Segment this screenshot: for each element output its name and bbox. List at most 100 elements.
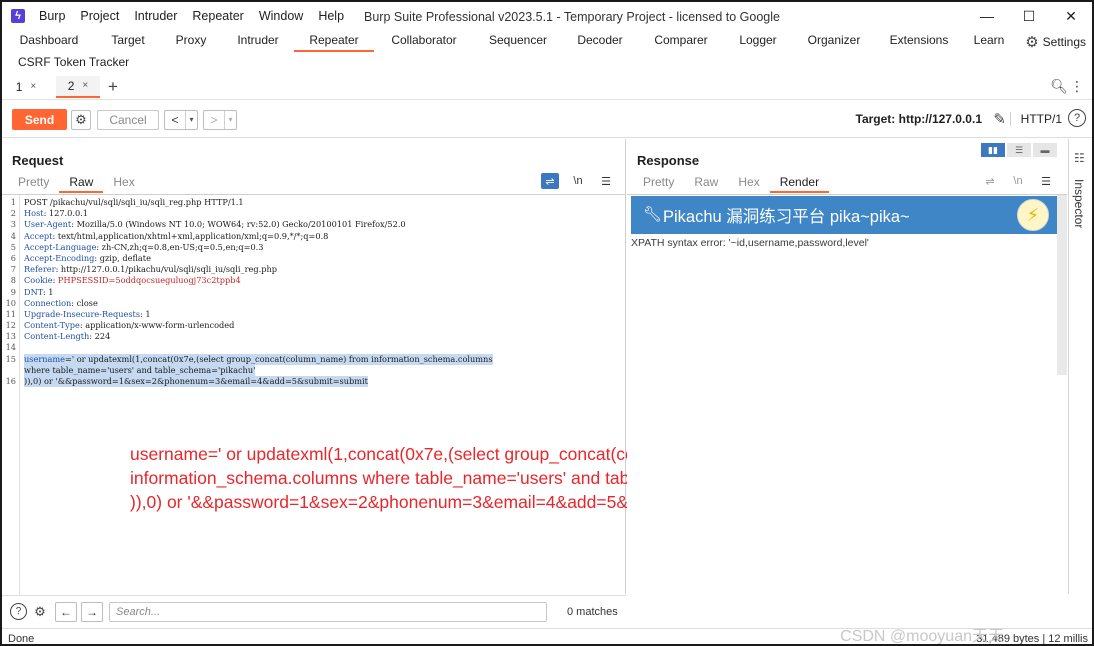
- tab-intruder[interactable]: Intruder: [222, 30, 294, 52]
- inspector-rail[interactable]: ☷ Inspector: [1068, 139, 1092, 594]
- editor-menu-icon[interactable]: ☰: [1037, 173, 1055, 189]
- tab-sequencer[interactable]: Sequencer: [474, 30, 562, 52]
- tab-collaborator[interactable]: Collaborator: [374, 30, 474, 52]
- menu-burp[interactable]: Burp: [39, 9, 65, 23]
- send-button[interactable]: Send: [12, 109, 67, 130]
- code-line[interactable]: 8 Cookie: PHPSESSID=5oddqocsueguluogj73c2…: [2, 275, 622, 286]
- request-tab-pretty[interactable]: Pretty: [8, 173, 59, 193]
- cancel-button[interactable]: Cancel: [97, 109, 159, 130]
- settings-button[interactable]: ⚙ Settings: [1025, 33, 1086, 51]
- response-tab-raw[interactable]: Raw: [684, 173, 728, 193]
- close-window-button[interactable]: ✕: [1050, 2, 1092, 30]
- editor-menu-icon[interactable]: ☰: [597, 173, 615, 189]
- more-options-icon[interactable]: ⋮: [1070, 78, 1084, 95]
- header-value: Mozilla/5.0 (Windows NT 10.0; WOW64; rv:…: [73, 219, 406, 230]
- request-tools: ⇌ \n ☰: [531, 173, 615, 189]
- add-tab-button[interactable]: +: [108, 77, 118, 97]
- menu-project[interactable]: Project: [80, 9, 119, 23]
- code-line[interactable]: 9 DNT: 1: [2, 287, 622, 298]
- code-line[interactable]: 1 POST /pikachu/vul/sqli/sqli_iu/sqli_reg…: [2, 197, 622, 208]
- code-line[interactable]: 5 Accept-Language: zh-CN,zh;q=0.8,en-US;q…: [2, 242, 622, 253]
- search-icon[interactable]: 🔍︎: [1050, 78, 1068, 95]
- response-tab-hex[interactable]: Hex: [728, 173, 769, 193]
- line-number: 1: [10, 197, 16, 207]
- tab-decoder[interactable]: Decoder: [562, 30, 638, 52]
- window-title: Burp Suite Professional v2023.5.1 - Temp…: [364, 10, 780, 24]
- help-icon[interactable]: ?: [1068, 109, 1086, 127]
- search-bar: ? ⚙ ← → 0 matches: [2, 595, 626, 627]
- request-editor[interactable]: 1 POST /pikachu/vul/sqli/sqli_iu/sqli_reg…: [2, 194, 625, 595]
- line-number: 11: [5, 308, 16, 319]
- search-previous-button[interactable]: ←: [55, 601, 77, 622]
- forward-dropdown-icon[interactable]: ▾: [224, 110, 236, 129]
- edit-target-pencil-icon[interactable]: ✎: [993, 110, 1006, 128]
- close-tab-icon[interactable]: ×: [30, 81, 36, 92]
- wrap-lines-icon[interactable]: ⇌: [541, 173, 559, 189]
- request-tab-raw[interactable]: Raw: [59, 173, 104, 193]
- show-newlines-icon[interactable]: \n: [1009, 173, 1027, 189]
- response-tab-render[interactable]: Render: [769, 173, 830, 193]
- menu-help[interactable]: Help: [318, 9, 344, 23]
- line-text: Content-Length: 224: [24, 331, 111, 342]
- inspector-label[interactable]: Inspector: [1072, 179, 1086, 228]
- title-bar: ϟ Burp Project Intruder Repeater Window …: [2, 2, 1092, 30]
- line-number: 3: [10, 219, 16, 230]
- tab-learn[interactable]: Learn: [962, 30, 1016, 52]
- code-line[interactable]: 16)),0) or '&&password=1&sex=2&phonenum=…: [2, 376, 622, 388]
- tab-comparer[interactable]: Comparer: [638, 30, 724, 52]
- code-line[interactable]: 7 Referer: http://127.0.0.1/pikachu/vul/s…: [2, 264, 622, 275]
- back-button[interactable]: <: [165, 111, 185, 129]
- repeater-tab-2[interactable]: 2 ×: [56, 75, 100, 98]
- code-line[interactable]: 12 Content-Type: application/x-www-form-u…: [2, 320, 622, 331]
- tab-extensions[interactable]: Extensions: [876, 30, 962, 52]
- tab-csrf-token-tracker[interactable]: CSRF Token Tracker: [18, 55, 129, 69]
- repeater-tab-1[interactable]: 1 ×: [4, 76, 48, 98]
- code-line[interactable]: 10 Connection: close: [2, 298, 622, 309]
- code-line[interactable]: 6 Accept-Encoding: gzip, deflate: [2, 253, 622, 264]
- tab-repeater[interactable]: Repeater: [294, 30, 374, 52]
- header-value: 224: [92, 331, 111, 342]
- line-text: Content-Type: application/x-www-form-url…: [24, 320, 235, 331]
- request-code[interactable]: 1 POST /pikachu/vul/sqli/sqli_iu/sqli_reg…: [2, 197, 622, 388]
- code-line[interactable]: 15 username=' or updatexml(1,concat(0x7e,…: [2, 353, 622, 365]
- send-settings-gear-icon[interactable]: ⚙: [71, 109, 91, 130]
- code-line[interactable]: 14: [2, 342, 622, 353]
- wrap-lines-icon[interactable]: ⇌: [981, 173, 999, 189]
- search-settings-gear-icon[interactable]: ⚙: [31, 603, 49, 621]
- header-value: POST /pikachu/vul/sqli/sqli_iu/sqli_reg.…: [24, 197, 244, 207]
- line-text: where table_name='users' and table_schem…: [24, 364, 256, 377]
- minimize-button[interactable]: —: [966, 2, 1008, 30]
- tab-target[interactable]: Target: [96, 30, 160, 52]
- code-line[interactable]: 2 Host: 127.0.0.1: [2, 208, 622, 219]
- show-newlines-icon[interactable]: \n: [569, 173, 587, 189]
- request-tab-hex[interactable]: Hex: [103, 173, 144, 193]
- close-tab-icon[interactable]: ×: [82, 80, 88, 91]
- response-scrollbar[interactable]: [1057, 195, 1067, 375]
- code-line[interactable]: 13 Content-Length: 224: [2, 331, 622, 342]
- layout-side-by-side-icon[interactable]: ▮▮: [981, 143, 1005, 157]
- menu-intruder[interactable]: Intruder: [134, 9, 177, 23]
- tab-proxy[interactable]: Proxy: [160, 30, 222, 52]
- line-number: 9: [10, 286, 16, 297]
- tab-dashboard[interactable]: Dashboard: [2, 30, 96, 52]
- code-line[interactable]: where table_name='users' and table_schem…: [2, 364, 622, 377]
- http-version-toggle[interactable]: HTTP/1: [1009, 112, 1062, 126]
- inspector-icon[interactable]: ☷: [1074, 151, 1085, 165]
- menu-repeater[interactable]: Repeater: [192, 9, 243, 23]
- layout-top-bottom-icon[interactable]: ☰: [1007, 143, 1031, 157]
- tab-organizer[interactable]: Organizer: [792, 30, 876, 52]
- code-line[interactable]: 11 Upgrade-Insecure-Requests: 1: [2, 309, 622, 320]
- line-number: 4: [10, 230, 16, 241]
- search-input[interactable]: [109, 601, 547, 622]
- maximize-button[interactable]: ☐: [1008, 2, 1050, 30]
- layout-tabs-icon[interactable]: ▬: [1033, 143, 1057, 157]
- search-next-button[interactable]: →: [81, 601, 103, 622]
- response-tab-pretty[interactable]: Pretty: [633, 173, 684, 193]
- forward-button[interactable]: >: [204, 111, 224, 129]
- menu-window[interactable]: Window: [259, 9, 303, 23]
- code-line[interactable]: 4 Accept: text/html,application/xhtml+xml…: [2, 231, 622, 242]
- tab-logger[interactable]: Logger: [724, 30, 792, 52]
- code-line[interactable]: 3 User-Agent: Mozilla/5.0 (Windows NT 10.…: [2, 219, 622, 230]
- back-dropdown-icon[interactable]: ▾: [185, 110, 197, 129]
- search-help-icon[interactable]: ?: [10, 603, 27, 620]
